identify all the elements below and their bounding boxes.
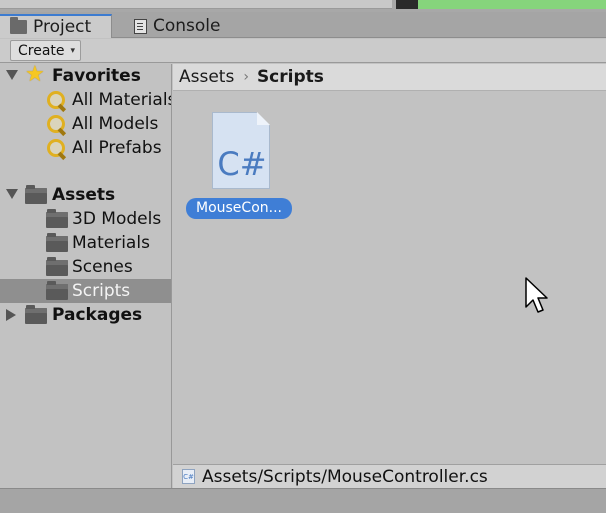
- tree-item-all-prefabs[interactable]: All Prefabs: [0, 136, 171, 160]
- csharp-file-icon: C#: [182, 469, 195, 484]
- folder-icon: [25, 305, 47, 324]
- chevron-right-icon: ›: [243, 69, 249, 85]
- tree-item-label: Favorites: [52, 66, 141, 86]
- tab-console[interactable]: Console: [124, 14, 254, 38]
- tree-item-label: All Models: [72, 114, 159, 134]
- tab-project[interactable]: Project: [0, 14, 112, 38]
- panel-tab-bar: Project Console: [0, 12, 606, 38]
- top-panel-edge: [0, 0, 392, 9]
- create-button-label: Create: [18, 42, 65, 59]
- tree-item-all-models[interactable]: All Models: [0, 112, 171, 136]
- csharp-script-icon: C#: [212, 112, 270, 189]
- tree-item-label: Scenes: [72, 257, 133, 277]
- selected-asset-path-bar: C# Assets/Scripts/MouseController.cs: [173, 464, 606, 488]
- star-icon: ★: [25, 64, 45, 87]
- tree-item-assets[interactable]: Assets: [0, 183, 171, 207]
- project-tree-panel: ★ Favorites All Materials All Models All…: [0, 64, 172, 488]
- top-dark-block: [396, 0, 418, 9]
- top-green-bar: [418, 0, 606, 9]
- window-top-strip: [0, 0, 606, 12]
- tree-item-all-materials[interactable]: All Materials: [0, 88, 172, 112]
- tree-item-label: 3D Models: [72, 209, 162, 229]
- tab-console-label: Console: [153, 16, 221, 36]
- search-icon: [46, 114, 66, 134]
- asset-name-label[interactable]: MouseCon...: [186, 198, 292, 219]
- asset-tile[interactable]: C# MouseCon...: [186, 110, 292, 222]
- search-icon: [46, 90, 66, 110]
- search-icon: [46, 138, 66, 158]
- folder-icon: [46, 257, 68, 276]
- selected-asset-path: Assets/Scripts/MouseController.cs: [202, 466, 488, 487]
- tree-item-scripts[interactable]: Scripts: [0, 279, 171, 303]
- script-type-glyph: C#: [217, 145, 267, 183]
- breadcrumb: Assets › Scripts: [173, 64, 606, 91]
- breadcrumb-item-assets[interactable]: Assets: [179, 67, 234, 87]
- folder-icon: [46, 209, 68, 228]
- create-button[interactable]: Create ▾: [10, 40, 81, 61]
- tree-item-3d-models[interactable]: 3D Models: [0, 207, 171, 231]
- tree-item-label: Packages: [52, 305, 143, 325]
- breadcrumb-item-current[interactable]: Scripts: [257, 67, 324, 87]
- tree-item-label: Assets: [52, 185, 116, 205]
- mouse-pointer-icon: [525, 277, 548, 313]
- foldout-arrow-icon[interactable]: [6, 189, 18, 199]
- folder-icon: [25, 185, 47, 204]
- tab-project-label: Project: [33, 17, 92, 37]
- chevron-down-icon: ▾: [70, 45, 76, 56]
- tree-item-label: All Prefabs: [72, 138, 162, 158]
- folder-icon: [10, 17, 27, 34]
- asset-browser[interactable]: Assets › Scripts C# MouseCon...: [173, 64, 606, 464]
- tree-item-materials[interactable]: Materials: [0, 231, 171, 255]
- bottom-status-bar: [0, 488, 606, 513]
- tree-item-scenes[interactable]: Scenes: [0, 255, 171, 279]
- foldout-arrow-icon[interactable]: [6, 70, 18, 80]
- project-toolbar: Create ▾: [0, 39, 606, 63]
- foldout-arrow-icon[interactable]: [6, 309, 16, 321]
- tree-item-label: Materials: [72, 233, 150, 253]
- folder-icon: [46, 233, 68, 252]
- tree-item-packages[interactable]: Packages: [0, 303, 171, 327]
- tree-item-favorites[interactable]: ★ Favorites: [0, 64, 171, 88]
- folder-icon: [46, 281, 68, 300]
- tree-item-label: Scripts: [72, 281, 131, 301]
- tree-item-label: All Materials: [72, 90, 172, 110]
- console-icon: [134, 18, 147, 34]
